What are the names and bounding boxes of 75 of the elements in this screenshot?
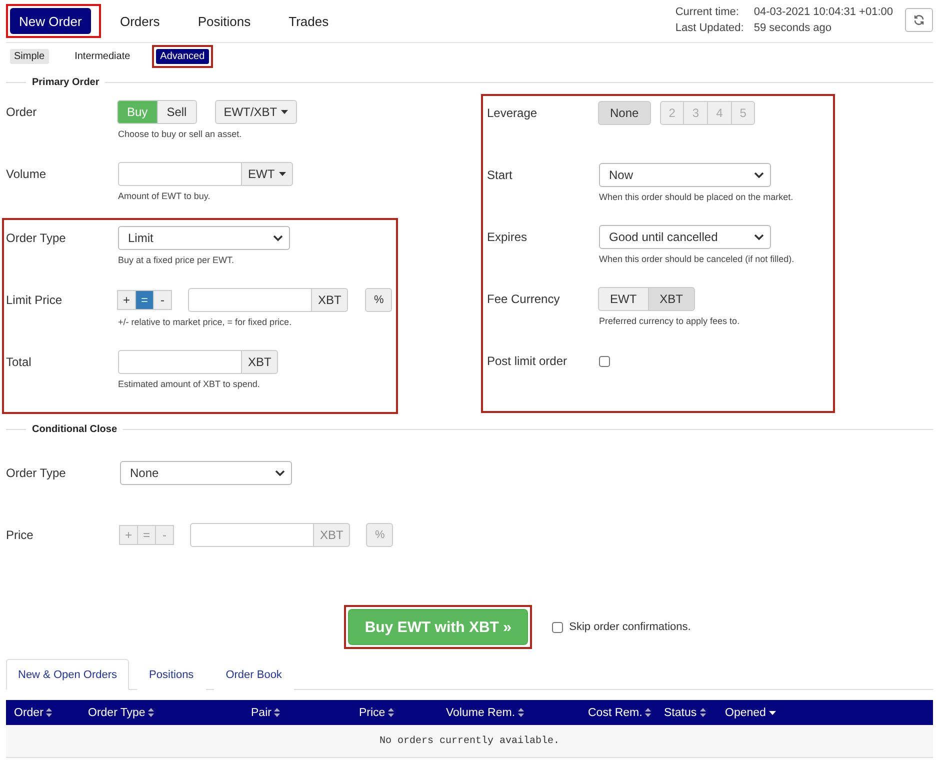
empty-message: No orders currently available. [379, 736, 560, 746]
field-label: Price [6, 527, 34, 544]
unit-label: XBT [242, 350, 278, 374]
refresh-icon [913, 14, 925, 26]
adjust-button[interactable]: - [153, 290, 172, 310]
column-header[interactable]: Opened [725, 706, 776, 718]
pair-dropdown[interactable]: EWT/XBT [214, 100, 298, 124]
hint-text: +/- relative to market price, = for fixed price. [118, 317, 293, 327]
checkbox[interactable] [552, 622, 564, 632]
hint-text: Buy at a fixed price per EWT. [118, 255, 236, 265]
clock-label: Current time: [675, 6, 740, 18]
field-label: Order [6, 104, 38, 121]
option-button[interactable]: XBT [648, 287, 696, 311]
hint-text: Amount of EWT to buy. [118, 191, 212, 201]
field-label: Order Type [6, 465, 67, 482]
select-field[interactable]: Limit [118, 226, 290, 250]
field-label: Volume [6, 166, 48, 183]
hint-text: Preferred currency to apply fees to. [599, 316, 741, 326]
mode-tab[interactable]: Advanced [156, 48, 209, 64]
column-header[interactable]: Order Type [88, 706, 154, 718]
tab[interactable]: New & Open Orders [6, 659, 130, 690]
option-button[interactable]: None [598, 101, 651, 125]
section-legend: Conditional Close [32, 424, 117, 435]
price-field[interactable] [190, 523, 314, 547]
percent-button[interactable]: % [365, 288, 392, 312]
field-label: Limit Price [6, 292, 64, 309]
refresh-button[interactable] [905, 8, 933, 32]
hint-text: Choose to buy or sell an asset. [118, 129, 243, 139]
caret-icon [281, 110, 288, 114]
adjust-button[interactable]: + [117, 290, 136, 310]
price-field[interactable] [188, 288, 312, 312]
column-header[interactable]: Pair [251, 706, 280, 718]
chevron-down-icon [275, 470, 285, 476]
hint-text: When this order should be placed on the market. [599, 192, 794, 202]
select-field[interactable]: Good until cancelled [599, 225, 771, 249]
field-label: Fee Currency [487, 291, 561, 308]
field-label: Post limit order [487, 353, 568, 370]
column-header[interactable]: Status [664, 706, 706, 718]
section-legend: Primary Order [32, 77, 100, 88]
clock-value: 59 seconds ago [754, 22, 833, 34]
field-label: Expires [487, 229, 528, 246]
amount-field[interactable] [118, 162, 242, 186]
hint-text: When this order should be canceled (if not filled). [599, 254, 796, 264]
nav-tab[interactable]: Trades [274, 8, 344, 34]
side-toggle[interactable]: Sell [156, 100, 197, 124]
nav-tab[interactable]: Orders [104, 8, 175, 34]
select-field[interactable]: Now [599, 163, 771, 187]
field-label: Leverage [487, 105, 538, 122]
adjust-button[interactable]: = [135, 290, 154, 310]
amount-field[interactable] [118, 350, 242, 374]
nav-tab[interactable]: Positions [188, 8, 260, 34]
field-label: Order Type [6, 230, 67, 247]
chevron-down-icon [273, 234, 283, 242]
chevron-down-icon [754, 234, 764, 240]
checkbox-label: Skip order confirmations. [569, 621, 691, 633]
chevron-down-icon [754, 172, 764, 178]
field-label: Total [6, 354, 32, 371]
column-header[interactable]: Order [14, 706, 52, 718]
field-label: Start [487, 167, 514, 184]
column-header[interactable]: Volume Rem. [446, 706, 524, 718]
option-button[interactable]: EWT [598, 287, 649, 311]
unit-label: XBT [312, 288, 348, 312]
unit-dropdown[interactable]: EWT [242, 162, 293, 186]
checkbox[interactable] [599, 356, 610, 366]
hint-text: Estimated amount of XBT to spend. [118, 379, 261, 389]
mode-tab[interactable]: Intermediate [70, 48, 134, 64]
column-header[interactable]: Cost Rem. [588, 706, 652, 718]
nav-tab[interactable]: New Order [10, 8, 91, 34]
mode-tab[interactable]: Simple [10, 48, 49, 64]
clock-value: 04-03-2021 10:04:31 +01:00 [754, 6, 893, 18]
column-header[interactable]: Price [359, 706, 394, 718]
select-field[interactable]: None [120, 461, 292, 485]
unit-label: XBT [314, 523, 350, 547]
clock-label: Last Updated: [675, 22, 744, 34]
caret-icon [278, 172, 286, 176]
